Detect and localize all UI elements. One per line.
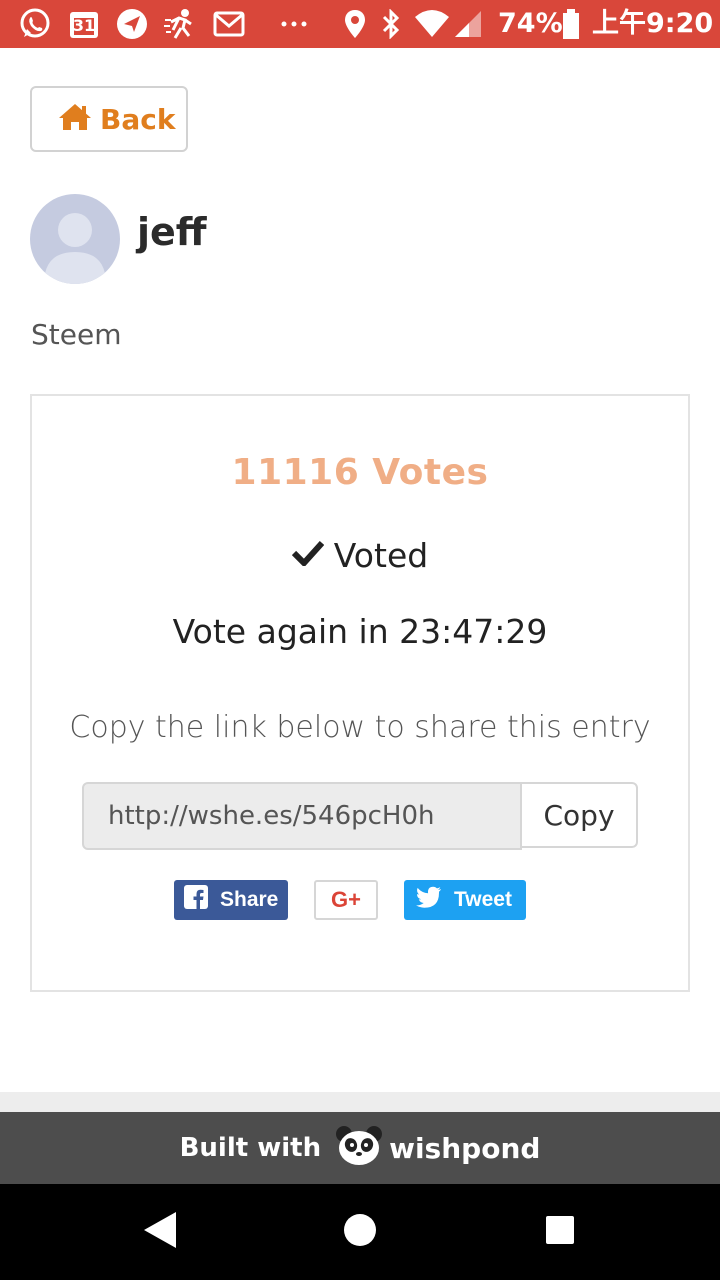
circle-home-icon [343,1213,377,1252]
more-dots-icon [280,8,308,40]
running-icon [162,8,198,40]
built-with-text: Built with [179,1133,322,1163]
status-bar: 31 74% 上午9:20 [0,0,720,48]
whatsapp-icon [18,8,52,40]
google-plus-share-button[interactable]: G+ [314,880,378,920]
vote-again-timer: Vote again in 23:47:29 [172,612,548,651]
back-button[interactable]: Back [30,86,188,152]
location-icon [342,8,368,40]
square-recents-icon [545,1215,575,1250]
copy-instructions: Copy the link below to share this entry [69,710,651,745]
signal-icon [452,8,484,40]
nav-back-button[interactable] [120,1184,200,1280]
username: jeff [137,210,207,254]
vote-count: 11116 Votes [231,452,489,493]
facebook-share-label: Share [220,888,279,911]
nav-recents-button[interactable] [520,1184,600,1280]
voted-status: Voted [0,536,720,575]
system-nav-bar [0,1184,720,1280]
triangle-back-icon [142,1210,178,1255]
copy-button[interactable]: Copy [520,782,638,848]
clock: 上午9:20 [592,8,714,39]
wifi-icon [414,8,450,40]
footer-divider [0,1092,720,1112]
entry-subtitle: Steem [31,318,122,351]
powered-by-footer[interactable]: Built with wishpond [0,1112,720,1184]
back-label: Back [100,102,176,136]
tweet-label: Tweet [454,888,512,911]
share-link-field[interactable] [82,782,522,850]
facebook-icon [184,885,208,915]
navigation-icon [116,8,148,40]
avatar [30,194,120,284]
nav-home-button[interactable] [320,1184,400,1280]
battery-icon [560,8,582,40]
bluetooth-icon [378,8,404,40]
calendar-day: 31 [72,16,96,35]
twitter-tweet-button[interactable]: Tweet [404,880,526,920]
home-icon [58,103,92,136]
wishpond-brand: wishpond [389,1131,541,1165]
twitter-icon [416,886,442,914]
voted-label: Voted [333,536,429,575]
facebook-share-button[interactable]: Share [174,880,288,920]
gmail-icon [212,8,246,40]
google-plus-label: G+ [331,887,361,912]
checkmark-icon [291,540,325,571]
panda-logo-icon [335,1125,383,1172]
battery-percent: 74% [498,8,563,39]
